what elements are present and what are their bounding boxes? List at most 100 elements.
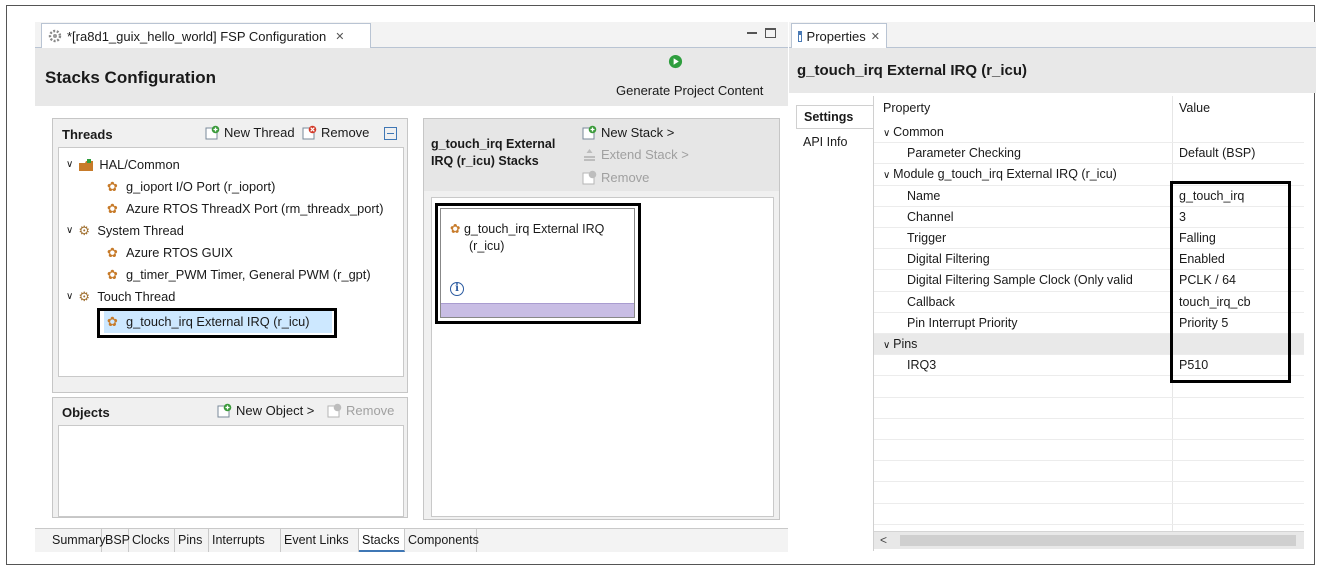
horizontal-scrollbar[interactable]: < (874, 531, 1304, 549)
remove-stack-button[interactable]: Remove (582, 170, 649, 185)
bottom-tab-interrupts[interactable]: Interrupts (209, 529, 281, 552)
highlight-box-values (1170, 181, 1291, 383)
remove-object-label: Remove (346, 403, 395, 418)
thread-gear-icon: ⚙ (78, 222, 90, 238)
new-stack-button[interactable]: New Stack > (582, 125, 674, 140)
properties-heading: g_touch_irq External IRQ (r_icu) (797, 62, 1028, 79)
col-header-value: Value (1179, 101, 1211, 115)
tree-label: Azure RTOS GUIX (126, 245, 233, 260)
tree-item-threadx-port[interactable]: ✿ Azure RTOS ThreadX Port (rm_threadx_po… (107, 201, 383, 216)
tree-item-touch-thread[interactable]: ∨ ⚙ Touch Thread (66, 289, 175, 304)
property-row[interactable]: ∨ Common (874, 122, 1304, 144)
close-icon[interactable]: ✕ (335, 30, 344, 43)
property-row[interactable]: Parameter Checking Default (BSP) (874, 143, 1304, 165)
chevron-down-icon[interactable]: ∨ (883, 128, 893, 139)
property-name: Digital Filtering Sample Clock (Only val… (907, 273, 1133, 288)
bottom-tab-components[interactable]: Components (405, 529, 479, 552)
bottom-tab-pins[interactable]: Pins (175, 529, 209, 552)
property-cell: Digital Filtering (907, 249, 1169, 270)
maximize-icon[interactable] (765, 28, 776, 38)
extend-stack-label: Extend Stack > (601, 147, 689, 162)
tree-item-timer-pwm[interactable]: ✿ g_timer_PWM Timer, General PWM (r_gpt) (107, 267, 371, 282)
tree-item-system-thread[interactable]: ∨ ⚙ System Thread (66, 223, 184, 238)
minimize-icon[interactable] (747, 32, 757, 35)
properties-tab[interactable]: Properties ✕ (791, 23, 887, 48)
module-icon: ✿ (107, 178, 118, 194)
generate-project-button[interactable]: Generate Project Content (616, 83, 763, 98)
chevron-down-icon[interactable]: ∨ (883, 170, 893, 181)
property-name: Digital Filtering (907, 252, 990, 267)
chevron-down-icon[interactable]: ∨ (66, 159, 73, 170)
side-tab-settings-label: Settings (804, 110, 854, 124)
property-cell: Name (907, 186, 1169, 207)
tree-item-guix[interactable]: ✿ Azure RTOS GUIX (107, 245, 233, 260)
new-object-button[interactable]: New Object > (217, 403, 314, 418)
property-cell: Trigger (907, 228, 1169, 249)
module-icon: ✿ (107, 244, 118, 260)
property-name: Module g_touch_irq External IRQ (r_icu) (893, 167, 1117, 182)
extend-stack-button[interactable]: Extend Stack > (582, 147, 689, 162)
screenshot-frame: *[ra8d1_guix_hello_world] FSP Configurat… (6, 5, 1316, 565)
chevron-down-icon[interactable]: ∨ (66, 291, 73, 302)
scroll-thumb[interactable] (900, 535, 1296, 546)
empty-row (874, 440, 1304, 462)
highlight-box-module (435, 203, 641, 324)
remove-icon (327, 403, 342, 418)
bottom-tab-strip: Summary BSP Clocks Pins Interrupts Event Link… (35, 528, 788, 552)
add-icon (582, 125, 597, 140)
property-name: Channel (907, 209, 954, 224)
scroll-left-icon[interactable]: < (880, 533, 887, 547)
property-name: Common (893, 125, 944, 139)
property-name: Name (907, 188, 941, 203)
add-icon (205, 125, 220, 140)
property-name: Parameter Checking (907, 146, 1021, 161)
property-name: IRQ3 (907, 358, 937, 373)
chevron-down-icon[interactable]: ∨ (883, 340, 893, 351)
bottom-tab-clocks[interactable]: Clocks (129, 529, 175, 552)
bottom-tab-event-links[interactable]: Event Links (281, 529, 359, 552)
bottom-tab-summary[interactable]: Summary (49, 529, 105, 552)
stacks-title-line2: IRQ (r_icu) Stacks (431, 154, 539, 168)
empty-row (874, 398, 1304, 419)
bottom-tab-stacks[interactable]: Stacks (359, 529, 405, 552)
property-cell: IRQ3 (907, 355, 1169, 376)
chevron-down-icon[interactable]: ∨ (66, 225, 73, 236)
add-icon (217, 403, 232, 418)
side-tab-api-info[interactable]: API Info (796, 131, 873, 155)
thread-gear-icon: ⚙ (78, 288, 90, 304)
threads-title: Threads (62, 127, 113, 142)
objects-title: Objects (62, 405, 110, 420)
tree-item-ioport[interactable]: ✿ g_ioport I/O Port (r_ioport) (107, 179, 275, 194)
stacks-title: g_touch_irq External IRQ (r_icu) Stacks (431, 136, 555, 170)
empty-row (874, 482, 1304, 504)
property-name: Pins (893, 337, 918, 351)
side-tab-settings[interactable]: Settings (796, 105, 873, 129)
property-cell: ∨ Module g_touch_irq External IRQ (r_icu… (883, 164, 1172, 185)
property-cell: Channel (907, 207, 1169, 228)
remove-thread-label: Remove (321, 125, 370, 140)
editor-tab[interactable]: *[ra8d1_guix_hello_world] FSP Configurat… (41, 23, 371, 48)
remove-object-button[interactable]: Remove (327, 403, 394, 418)
new-thread-button[interactable]: New Thread (205, 125, 295, 140)
new-object-label: New Object > (236, 403, 315, 418)
tree-item-hal-common[interactable]: ∨ HAL/Common (66, 157, 180, 172)
close-icon[interactable]: ✕ (871, 30, 880, 43)
bottom-tab-bsp[interactable]: BSP (102, 529, 130, 552)
remove-icon (302, 125, 317, 140)
new-thread-label: New Thread (224, 125, 295, 140)
property-name: Pin Interrupt Priority (907, 315, 1018, 330)
empty-row (874, 461, 1304, 483)
remove-thread-button[interactable]: Remove (302, 125, 369, 140)
remove-stack-label: Remove (601, 170, 650, 185)
collapse-all-icon[interactable] (384, 127, 397, 140)
tree-label: g_ioport I/O Port (r_ioport) (126, 179, 276, 194)
tree-label: System Thread (97, 223, 184, 238)
editor-tab-title: *[ra8d1_guix_hello_world] FSP Configurat… (67, 28, 327, 44)
tree-label: Azure RTOS ThreadX Port (rm_threadx_port… (126, 201, 384, 216)
play-icon[interactable] (668, 54, 683, 69)
property-cell: Parameter Checking (907, 143, 1169, 164)
value-cell[interactable]: Default (BSP) (1179, 143, 1299, 164)
property-cell: ∨ Common (883, 122, 1172, 143)
tree-label: g_timer_PWM Timer, General PWM (r_gpt) (126, 267, 371, 282)
property-name: Trigger (907, 231, 947, 245)
